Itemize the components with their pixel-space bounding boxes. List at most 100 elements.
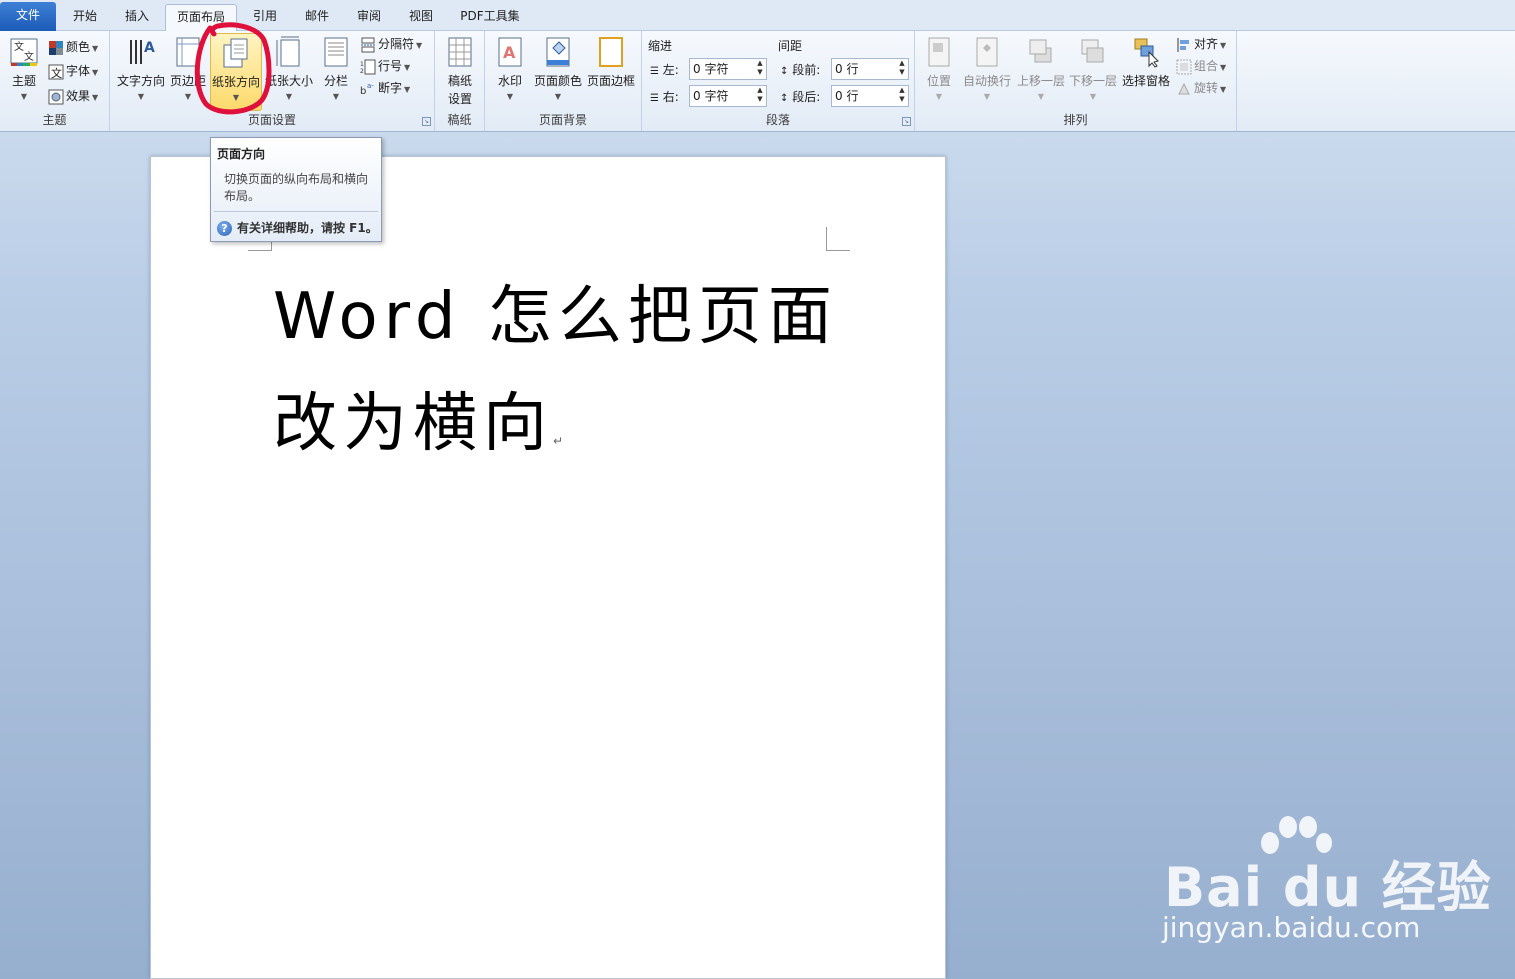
- font-icon: 文: [48, 64, 64, 80]
- chevron-down-icon: ▼: [935, 92, 943, 101]
- indent-right-input[interactable]: 0 字符 ▲ ▼: [689, 85, 767, 107]
- svg-text:1: 1: [360, 61, 364, 68]
- spin-arrows-icon[interactable]: ▲ ▼: [897, 59, 907, 79]
- position-button[interactable]: 位置 ▼: [919, 33, 959, 111]
- tab-view[interactable]: 视图: [396, 4, 446, 31]
- group-manuscript: 稿纸 设置 稿纸: [435, 31, 485, 131]
- dialog-launcher-icon[interactable]: ↘: [422, 117, 431, 126]
- tab-file[interactable]: 文件: [0, 2, 56, 31]
- manuscript-settings-button[interactable]: 稿纸 设置: [439, 33, 481, 111]
- chevron-down-icon: ▼: [92, 44, 99, 53]
- spin-arrows-icon[interactable]: ▲ ▼: [755, 59, 765, 79]
- group-label-themes: 主题: [42, 113, 67, 127]
- document-text-line[interactable]: Word 怎么把页面: [273, 265, 838, 357]
- line-numbers-icon: 12: [360, 59, 376, 75]
- margins-button[interactable]: 页边距 ▼: [168, 33, 208, 111]
- chevron-down-icon: ▼: [1089, 92, 1097, 101]
- group-arrange: 位置 ▼ 自动换行 ▼ 上移一层 ▼ 下移一层 ▼ 选择窗格 对齐 ▼ 组合 ▼…: [915, 31, 1237, 131]
- bring-forward-button[interactable]: 上移一层 ▼: [1015, 33, 1067, 111]
- dialog-launcher-icon[interactable]: ↘: [902, 117, 911, 126]
- theme-effects-button[interactable]: 效果 ▼: [48, 86, 98, 106]
- hyphenation-button[interactable]: b a- 断字 ▼: [360, 78, 410, 98]
- chevron-down-icon: ▼: [92, 93, 99, 102]
- paragraph-mark-icon: ↵: [553, 434, 564, 448]
- themes-button[interactable]: 文 文 主题 ▼: [4, 33, 44, 111]
- hyphenation-icon: b a-: [360, 82, 374, 97]
- selection-pane-button[interactable]: 选择窗格: [1120, 33, 1172, 111]
- watermark-button[interactable]: A 水印 ▼: [489, 33, 531, 111]
- group-page-background: A 水印 ▼ 页面颜色 ▼ 页面边框 页面背景: [485, 31, 642, 131]
- orientation-button[interactable]: 纸张方向 ▼: [210, 33, 262, 111]
- chevron-down-icon: ▼: [404, 85, 411, 94]
- chevron-down-icon: ▼: [232, 93, 240, 102]
- page-border-icon: [599, 37, 623, 67]
- wrap-text-button[interactable]: 自动换行 ▼: [961, 33, 1013, 111]
- bring-forward-icon: [1029, 39, 1052, 63]
- tab-mailings[interactable]: 邮件: [292, 4, 342, 31]
- chevron-down-icon: ▼: [332, 92, 340, 101]
- page-color-button[interactable]: 页面颜色 ▼: [533, 33, 583, 111]
- orientation-tooltip: 页面方向 切换页面的纵向布局和横向布局。 ? 有关详细帮助，请按 F1。: [210, 137, 382, 242]
- group-objects-icon: [1176, 59, 1192, 74]
- tooltip-divider: [214, 211, 378, 212]
- page-size-icon: [276, 36, 300, 67]
- themes-icon: 文 文: [10, 38, 38, 66]
- tab-references[interactable]: 引用: [240, 4, 290, 31]
- indent-right-label: ☰ 右:: [650, 90, 679, 104]
- spacing-before-input[interactable]: 0 行 ▲ ▼: [831, 58, 909, 80]
- line-numbers-button[interactable]: 12 行号 ▼: [360, 56, 410, 76]
- document-text: 改为横向: [273, 387, 553, 461]
- chevron-down-icon: ▼: [184, 92, 192, 101]
- text-direction-button[interactable]: A 文字方向 ▼: [114, 33, 168, 111]
- tab-review[interactable]: 审阅: [344, 4, 394, 31]
- columns-button[interactable]: 分栏 ▼: [316, 33, 356, 111]
- align-button[interactable]: 对齐 ▼: [1176, 34, 1226, 54]
- crop-mark: [826, 227, 850, 251]
- chevron-down-icon: ▼: [1220, 41, 1227, 50]
- document-page[interactable]: Word 怎么把页面 改为横向↵: [150, 156, 946, 979]
- group-objects-button[interactable]: 组合 ▼: [1176, 56, 1226, 76]
- tab-page-layout[interactable]: 页面布局: [165, 4, 237, 32]
- group-page-setup: A 文字方向 ▼ 页边距 ▼ 纸张方向 ▼ 纸张大小 ▼ 分栏 ▼ 分隔符 ▼ …: [110, 31, 435, 131]
- send-backward-button[interactable]: 下移一层 ▼: [1067, 33, 1119, 111]
- margins-icon: [176, 37, 200, 67]
- chevron-down-icon: ▼: [416, 41, 423, 50]
- group-label-page-setup: 页面设置: [247, 113, 296, 127]
- tab-pdf-tools[interactable]: PDF工具集: [450, 4, 530, 31]
- tooltip-description: 切换页面的纵向布局和横向布局。: [224, 172, 369, 203]
- indent-left-input[interactable]: 0 字符 ▲ ▼: [689, 58, 767, 80]
- spin-arrows-icon[interactable]: ▲ ▼: [897, 86, 907, 106]
- indent-left-icon: ☰: [650, 66, 659, 77]
- send-backward-icon: [1081, 39, 1104, 63]
- theme-fonts-button[interactable]: 文 字体 ▼: [48, 61, 98, 81]
- tab-insert[interactable]: 插入: [112, 4, 162, 31]
- columns-icon: [324, 37, 348, 67]
- group-themes: 文 文 主题 ▼ 颜色 ▼ 文 字体 ▼ 效果 ▼ 主题: [0, 31, 110, 131]
- spin-arrows-icon[interactable]: ▲ ▼: [755, 86, 765, 106]
- chevron-down-icon: ▼: [404, 63, 411, 72]
- tab-home[interactable]: 开始: [60, 4, 110, 31]
- group-label-page-background: 页面背景: [538, 113, 587, 127]
- page-orientation-icon: [223, 38, 248, 68]
- palette-icon: [49, 40, 63, 55]
- page-borders-button[interactable]: 页面边框: [585, 33, 637, 111]
- group-paragraph: 缩进 间距 ☰ 左: 0 字符 ▲ ▼ ☰ 右: 0 字符 ▲ ▼ ↕ 段前: 0 …: [642, 31, 915, 131]
- spacing-after-input[interactable]: 0 行 ▲ ▼: [831, 85, 909, 107]
- align-icon: [1177, 37, 1189, 52]
- chevron-down-icon: ▼: [285, 92, 293, 101]
- indent-left-label: ☰ 左:: [650, 63, 679, 77]
- theme-colors-button[interactable]: 颜色 ▼: [48, 37, 98, 57]
- page-size-button[interactable]: 纸张大小 ▼: [264, 33, 314, 111]
- tooltip-help-text: 有关详细帮助，请按 F1。: [237, 221, 378, 235]
- chevron-down-icon: ▼: [92, 68, 99, 77]
- watermark-icon: A: [498, 37, 522, 67]
- paint-bucket-icon: [546, 37, 570, 67]
- rotate-button[interactable]: 旋转 ▼: [1176, 78, 1226, 98]
- indent-heading: 缩进: [648, 39, 673, 53]
- svg-text:文: 文: [51, 66, 62, 80]
- breaks-button[interactable]: 分隔符 ▼: [360, 34, 422, 54]
- document-text-line[interactable]: 改为横向↵: [273, 372, 563, 464]
- spacing-after-label: ↕ 段后:: [780, 90, 821, 104]
- rotate-icon: [1178, 82, 1190, 94]
- chevron-down-icon: ▼: [554, 92, 562, 101]
